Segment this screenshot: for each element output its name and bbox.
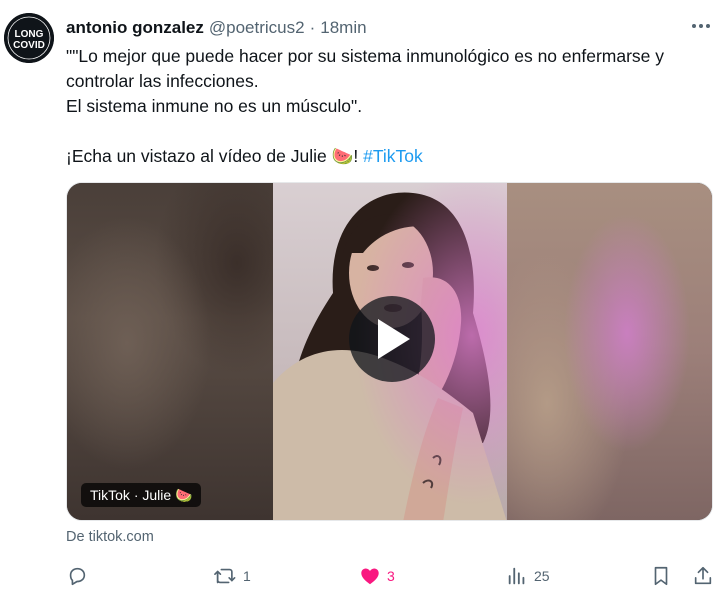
tweet-blank-line [66, 119, 716, 144]
author-name[interactable]: antonio gonzalez [66, 18, 204, 38]
share-icon [692, 565, 714, 587]
tweet-header: antonio gonzalez @poetricus2 · 18min [66, 17, 367, 39]
hashtag-link[interactable]: #TikTok [363, 146, 423, 166]
tweet-line-2: El sistema inmune no es un músculo". [66, 96, 363, 116]
tweet-actions: 1 3 25 [66, 562, 716, 590]
play-button[interactable] [349, 296, 435, 382]
retweet-count: 1 [243, 568, 251, 584]
avatar-text-bottom: COVID [13, 40, 45, 51]
tweet-line-3: ¡Echa un vistazo al vídeo de Julie 🍉! #T… [66, 144, 716, 169]
views-count: 25 [534, 568, 550, 584]
reply-icon [66, 565, 88, 587]
reply-button[interactable] [66, 562, 94, 590]
tweet-time[interactable]: 18min [320, 18, 366, 38]
bookmark-icon [651, 565, 671, 587]
retweet-icon [213, 565, 237, 587]
views-icon [506, 565, 528, 587]
author-handle[interactable]: @poetricus2 [209, 18, 305, 38]
video-blur-right [507, 183, 712, 520]
retweet-button[interactable]: 1 [213, 562, 251, 590]
bookmark-button[interactable] [651, 562, 671, 590]
more-button[interactable] [686, 16, 716, 36]
avatar[interactable]: LONG COVID [4, 13, 54, 63]
more-icon [691, 23, 711, 29]
tweet-line-3-text: ¡Echa un vistazo al vídeo de Julie 🍉! [66, 146, 359, 166]
card-source[interactable]: De tiktok.com [66, 529, 154, 545]
avatar-text-top: LONG [15, 29, 44, 40]
share-button[interactable] [692, 562, 714, 590]
tweet-line-1: ""Lo mejor que puede hacer por su sistem… [66, 46, 665, 91]
media-card[interactable]: TikTok · Julie 🍉 [66, 182, 713, 521]
video-label: TikTok · Julie 🍉 [81, 483, 202, 507]
play-icon [372, 317, 412, 361]
like-button[interactable]: 3 [359, 562, 395, 590]
tweet-text: ""Lo mejor que puede hacer por su sistem… [66, 44, 716, 169]
header-separator: · [309, 18, 316, 37]
heart-icon [359, 565, 381, 587]
like-count: 3 [387, 568, 395, 584]
video-blur-left [67, 183, 273, 520]
views-button[interactable]: 25 [506, 562, 550, 590]
